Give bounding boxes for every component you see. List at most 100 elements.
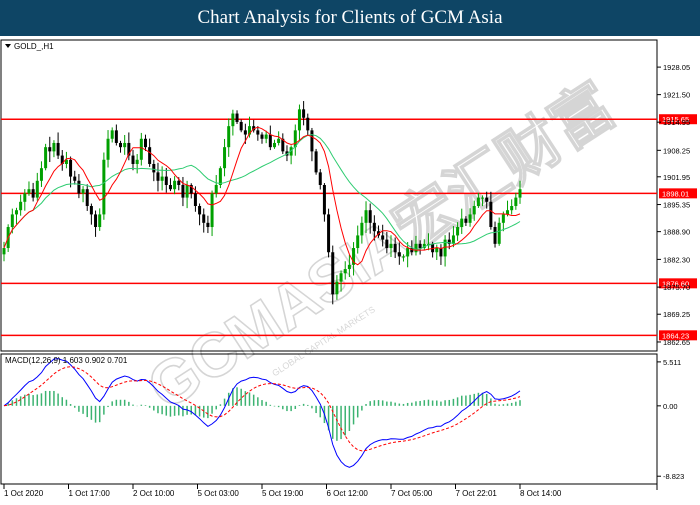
candle-body: [518, 189, 522, 198]
candle-body: [185, 184, 189, 198]
candle-body: [152, 163, 156, 173]
candle-body: [472, 206, 476, 215]
candle-body: [481, 197, 485, 199]
candle: [44, 143, 48, 171]
candle-body: [135, 159, 139, 164]
candle-body: [164, 176, 168, 185]
candle-body: [493, 227, 497, 244]
candle-body: [393, 243, 397, 253]
candle-body: [31, 189, 35, 198]
candle-body: [256, 130, 260, 135]
candle-body: [510, 206, 514, 211]
candle-body: [468, 214, 472, 223]
candle-body: [106, 138, 110, 160]
candle-body: [143, 138, 147, 148]
candle-body: [339, 273, 343, 282]
candle-body: [489, 201, 493, 228]
chart-header-title: Chart Analysis for Clients of GCM Asia: [0, 0, 700, 36]
y-tick-label: 1869.25: [663, 310, 690, 319]
candle-body: [451, 235, 455, 244]
x-tick-label: 1 Oct 2020: [4, 489, 44, 498]
candle-body: [139, 138, 143, 160]
level-label: 1898.01: [662, 189, 689, 198]
symbol-title: GOLD_,H1: [14, 42, 54, 51]
candle-body: [435, 248, 439, 253]
candle-body: [52, 142, 56, 152]
y-tick-label: 1901.95: [663, 173, 690, 182]
candle-body: [98, 214, 102, 228]
y-tick-label: 1895.35: [663, 201, 690, 210]
candle-body: [160, 176, 164, 181]
macd-y-tick-label: 0.00: [663, 402, 678, 411]
candle-body: [223, 147, 227, 169]
candle-body: [77, 180, 81, 194]
candle-body: [322, 184, 326, 215]
candle-body: [418, 243, 422, 249]
candle-body: [385, 239, 389, 249]
macd-title: MACD(12,26,9) 1.603 0.902 0.701: [5, 356, 128, 365]
candle-body: [131, 155, 135, 164]
x-tick-label: 7 Oct 05:00: [391, 489, 433, 498]
candle-body: [302, 109, 306, 118]
x-tick-label: 5 Oct 19:00: [262, 489, 304, 498]
candle-body: [306, 117, 310, 131]
candle-body: [114, 130, 118, 143]
candle-body: [73, 176, 77, 181]
candle-body: [356, 235, 360, 249]
candle: [102, 152, 106, 220]
candle-body: [10, 214, 14, 228]
candle-body: [331, 252, 335, 295]
candle-body: [235, 113, 239, 122]
candle-body: [35, 180, 39, 198]
y-tick-label: 1914.95: [663, 118, 690, 127]
candle-body: [85, 189, 89, 207]
x-tick-label: 2 Oct 10:00: [133, 489, 175, 498]
candle-body: [94, 214, 98, 228]
x-tick-label: 5 Oct 03:00: [198, 489, 240, 498]
candle: [314, 148, 318, 175]
y-tick-label: 1928.05: [663, 63, 690, 72]
candle-body: [119, 142, 123, 148]
candle-body: [476, 197, 480, 207]
candle-body: [48, 147, 52, 152]
candle-body: [202, 214, 206, 223]
candle-body: [181, 184, 185, 198]
candle-body: [464, 218, 468, 223]
candle-body: [381, 235, 385, 240]
candle-body: [39, 168, 43, 181]
candle-body: [277, 138, 281, 143]
candle-body: [372, 222, 376, 232]
candle-body: [27, 189, 31, 194]
candle-body: [156, 172, 160, 181]
candle-body: [501, 214, 505, 223]
x-tick-label: 6 Oct 12:00: [327, 489, 369, 498]
macd-y-tick-label: 5.511: [663, 358, 681, 367]
candle-body: [314, 151, 318, 173]
candle-body: [206, 222, 210, 228]
candle-body: [44, 147, 48, 169]
candle-body: [56, 142, 60, 156]
candle-body: [23, 193, 27, 202]
candle-body: [260, 134, 264, 139]
candle-body: [318, 172, 322, 185]
candle-body: [243, 130, 247, 135]
candle: [218, 166, 222, 189]
candle-body: [456, 227, 460, 236]
candle-body: [497, 222, 501, 244]
candle-body: [439, 248, 443, 257]
candle-body: [198, 206, 202, 215]
candle-body: [414, 243, 418, 253]
trading-chart: GCMASIA宏汇财富 GLOBAL CAPITAL MARKETS 1915.…: [0, 39, 697, 498]
candle: [327, 208, 331, 258]
candle-body: [335, 281, 339, 295]
candle-body: [406, 248, 410, 257]
candle-body: [69, 159, 73, 177]
y-tick-label: 1921.50: [663, 91, 690, 100]
candle-body: [268, 134, 272, 148]
candle-body: [239, 121, 243, 131]
candle-body: [110, 130, 114, 139]
candle-body: [81, 189, 85, 194]
candle-body: [210, 193, 214, 228]
candle-body: [2, 248, 6, 255]
candle-body: [218, 168, 222, 185]
